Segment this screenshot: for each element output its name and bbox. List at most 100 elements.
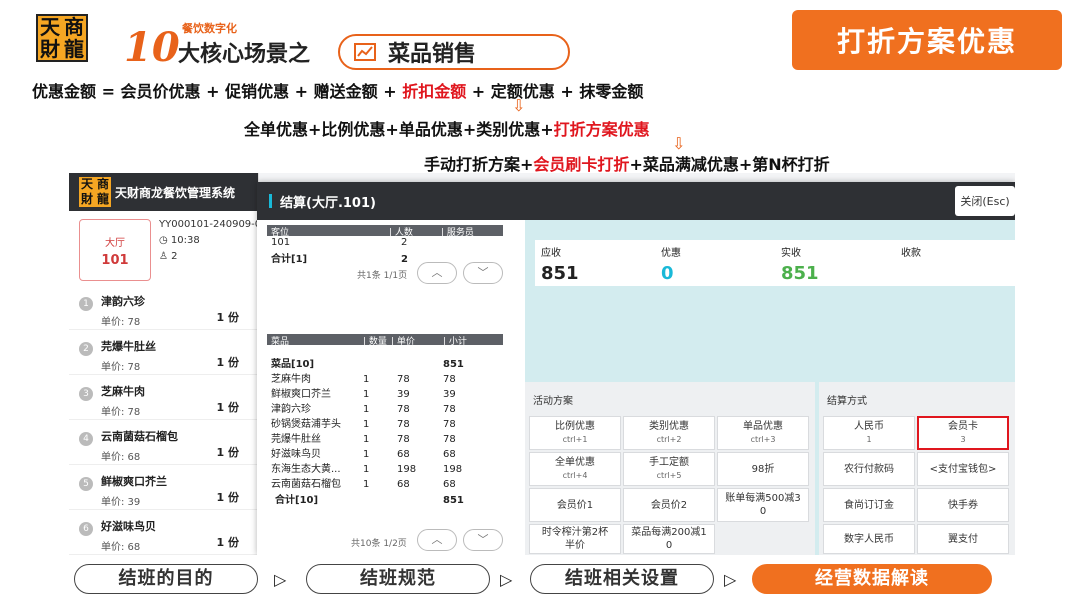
table-row[interactable]: 芝麻牛肉 1 78 78 (271, 370, 456, 385)
cell: 78 (443, 404, 456, 415)
cell: 68 (443, 479, 456, 490)
table-row[interactable]: 合计[1] 2 (271, 250, 408, 265)
payment-button[interactable]: 数字人民币 (823, 524, 915, 554)
table-row[interactable]: 云南菌菇石榴包 1 68 68 (271, 475, 456, 490)
promotion-panel: 活动方案 比例优惠 ctrl+1 类别优惠 ctrl+2 单品优惠 ctrl+3 全单… (525, 382, 815, 555)
cell: 39 (397, 389, 410, 400)
table-row[interactable]: 鲜椒爽口芥兰 1 39 39 (271, 385, 456, 400)
button-label: 全单优惠 (555, 457, 595, 468)
formula-text: +菜品满减优惠+第N杯打折 (629, 155, 830, 174)
dish-name: 芝麻牛肉 (101, 385, 145, 398)
brand-logo: 天 商 財 龍 (36, 14, 88, 62)
dish-name: 芫爆牛肚丝 (101, 340, 156, 353)
column-header: 菜品 (271, 337, 290, 347)
step-arrow-icon: ▷ (724, 570, 737, 589)
button-shortcut: ctrl+2 (656, 435, 682, 444)
promo-button[interactable]: 比例优惠 ctrl+1 (529, 416, 621, 450)
item-index: 5 (79, 477, 93, 491)
dish-table-header: 菜品 | 数量 | 单价 | 小计 (267, 334, 503, 347)
cell: 1 (363, 374, 370, 385)
page-up-button[interactable]: ︿ (417, 529, 457, 551)
button-shortcut: 1 (866, 435, 872, 444)
table-row[interactable]: 芫爆牛肚丝 1 78 78 (271, 430, 456, 445)
table-row[interactable]: 合计[10] 851 (275, 491, 464, 506)
promo-button[interactable]: 时令榨汁第2杯 半价 (529, 524, 621, 554)
summary-value: 0 (661, 263, 674, 284)
formula-line-3: 手动打折方案+会员刷卡打折+菜品满减优惠+第N杯打折 (424, 151, 830, 175)
list-item[interactable]: 1 津韵六珍 单价: 78 1 份 (69, 285, 259, 330)
step-data-analysis[interactable]: 经营数据解读 (752, 564, 992, 594)
payment-button[interactable]: <支付宝钱包> (917, 452, 1009, 486)
item-index: 3 (79, 387, 93, 401)
cell: 68 (443, 449, 456, 460)
cell: 78 (443, 419, 456, 430)
table-card[interactable]: 大厅 101 (79, 219, 151, 281)
close-button[interactable]: 关闭(Esc) (955, 186, 1015, 216)
list-item[interactable]: 3 芝麻牛肉 单价: 78 1 份 (69, 375, 259, 420)
cell: 1 (363, 419, 370, 430)
seat-table-header: 客位 | 人数 | 服务员 (267, 225, 503, 238)
payment-method-panel: 结算方式 人民币 1 会员卡 3 农行付款码 <支付宝钱包> 食尚订订金 快手券 数… (819, 382, 1015, 555)
page-down-button[interactable]: ﹀ (463, 529, 503, 551)
seat-pager: 共1条 1/1页 (357, 271, 408, 281)
table-row[interactable]: 好滋味鸟贝 1 68 68 (271, 445, 456, 460)
button-label: 会员卡 (948, 421, 978, 432)
member-card-button[interactable]: 会员卡 3 (917, 416, 1009, 450)
summary-label: 优惠 (661, 248, 681, 259)
cell: 78 (397, 404, 410, 415)
payment-button[interactable]: 人民币 1 (823, 416, 915, 450)
cell: 198 (443, 464, 463, 475)
payment-button[interactable]: 农行付款码 (823, 452, 915, 486)
promo-button[interactable]: 98折 (717, 452, 809, 486)
promo-button[interactable]: 单品优惠 ctrl+3 (717, 416, 809, 450)
list-item[interactable]: 6 好滋味鸟贝 单价: 68 1 份 (69, 510, 259, 555)
button-label: 类别优惠 (649, 421, 689, 432)
table-row[interactable]: 砂锅煲菇浦芋头 1 78 78 (271, 415, 456, 430)
cell: 68 (397, 479, 410, 490)
promo-button[interactable]: 会员价2 (623, 488, 715, 522)
promo-button[interactable]: 手工定额 ctrl+5 (623, 452, 715, 486)
promo-button[interactable]: 全单优惠 ctrl+4 (529, 452, 621, 486)
button-label: <支付宝钱包> (929, 463, 997, 475)
step-purpose[interactable]: 结班的目的 (74, 564, 258, 594)
formula-highlight: 折扣金额 (402, 82, 467, 101)
hero-title: 打折方案优惠 (792, 10, 1062, 70)
dish-pager: 共10条 1/2页 (351, 539, 407, 549)
page-up-button[interactable]: ︿ (417, 262, 457, 284)
table-row[interactable]: 菜品[10] 851 (271, 355, 464, 370)
table-row[interactable]: 津韵六珍 1 78 78 (271, 400, 456, 415)
button-label: 菜品每满200减1 (631, 527, 707, 538)
list-item[interactable]: 5 鲜椒爽口芥兰 单价: 39 1 份 (69, 465, 259, 510)
cell: 1 (363, 449, 370, 460)
button-label: 快手券 (948, 499, 978, 511)
cell: 津韵六珍 (271, 404, 311, 415)
table-row[interactable]: 东海生态大黄... 1 198 198 (271, 460, 462, 475)
cell: 芝麻牛肉 (271, 374, 311, 385)
promo-button[interactable]: 会员价1 (529, 488, 621, 522)
brand-number: 10 (124, 24, 180, 71)
button-label: 会员价1 (556, 499, 594, 511)
table-row[interactable]: 101 2 (271, 237, 407, 248)
dish-name: 云南菌菇石榴包 (101, 430, 178, 443)
summary-discount: 优惠 0 (655, 240, 775, 286)
cell: 1 (363, 479, 370, 490)
step-settings[interactable]: 结班相关设置 (530, 564, 714, 594)
button-shortcut: ctrl+4 (562, 471, 588, 480)
list-item[interactable]: 2 芫爆牛肚丝 单价: 78 1 份 (69, 330, 259, 375)
promo-button[interactable]: 账单每满500减3 0 (717, 488, 809, 522)
promo-button[interactable]: 菜品每满200减1 0 (623, 524, 715, 554)
logo-char: 天 (40, 15, 60, 39)
panel-title: 结算方式 (827, 396, 867, 407)
button-label: 食尚订订金 (844, 499, 894, 511)
list-item[interactable]: 4 云南菌菇石榴包 单价: 68 1 份 (69, 420, 259, 465)
item-index: 2 (79, 342, 93, 356)
page-down-button[interactable]: ﹀ (463, 262, 503, 284)
logo-char: 龍 (96, 192, 109, 206)
payment-button[interactable]: 快手券 (917, 488, 1009, 522)
promo-button[interactable]: 类别优惠 ctrl+2 (623, 416, 715, 450)
step-standard[interactable]: 结班规范 (306, 564, 490, 594)
button-shortcut: 3 (960, 435, 966, 444)
payment-button[interactable]: 翼支付 (917, 524, 1009, 554)
brand-pill-label: 菜品销售 (388, 42, 477, 67)
payment-button[interactable]: 食尚订订金 (823, 488, 915, 522)
